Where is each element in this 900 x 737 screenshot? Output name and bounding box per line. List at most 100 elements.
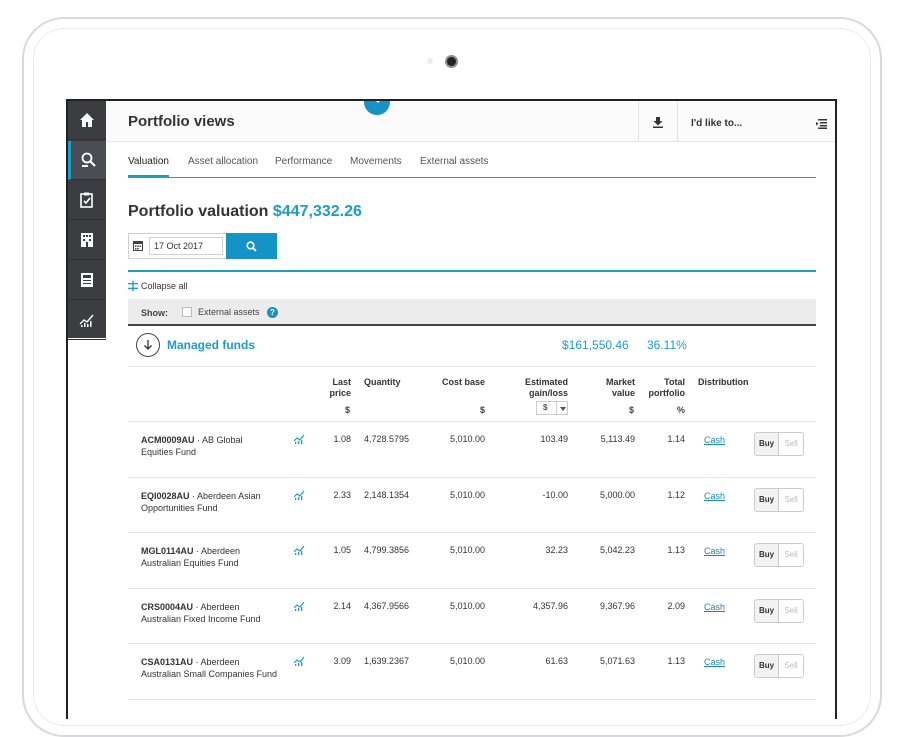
buy-button[interactable]: Buy <box>754 598 779 623</box>
table-row: CRS0004AU · Aberdeen Australian Fixed Inc… <box>128 589 816 644</box>
total-portfolio-unit: % <box>677 405 686 415</box>
calendar-icon[interactable] <box>133 240 143 251</box>
distribution-link[interactable]: Cash <box>704 546 725 556</box>
cost-base: 5,010.00 <box>449 600 485 611</box>
last-price: 2.33 <box>333 489 351 500</box>
chevron-down-icon <box>560 407 566 411</box>
fund-code[interactable]: CRS0004AU <box>141 602 193 612</box>
total-portfolio: 1.13 <box>667 545 685 555</box>
fund-name: EQI0028AU · Aberdeen Asian Opportunities … <box>141 490 261 513</box>
tab-valuation[interactable]: Valuation <box>128 156 169 178</box>
distribution-link[interactable]: Cash <box>704 435 725 445</box>
fund-table-body: ACM0009AU · AB Global Equities Fund 1.08 … <box>128 422 816 700</box>
col-cost-base: Cost base <box>441 377 485 387</box>
collapse-icon <box>128 281 138 291</box>
distribution-link[interactable]: Cash <box>704 491 725 501</box>
news-icon[interactable] <box>68 261 106 300</box>
sell-button[interactable]: Sell <box>778 543 804 567</box>
tab-external-assets[interactable]: External assets <box>420 156 488 178</box>
tab-asset-allocation[interactable]: Asset allocation <box>188 156 258 178</box>
fund-chart-icon[interactable] <box>294 601 305 611</box>
search-button[interactable] <box>226 233 277 259</box>
page-title: Portfolio views <box>128 113 235 130</box>
quantity: 2,148.1354 <box>364 489 410 500</box>
table-row: ACM0009AU · AB Global Equities Fund 1.08 … <box>128 422 816 478</box>
fund-name: CRS0004AU · Aberdeen Australian Fixed Inc… <box>141 601 261 624</box>
fund-chart-icon[interactable] <box>294 434 305 444</box>
gain-loss: 4,357.96 <box>532 600 568 611</box>
table-header: Last price Quantity Cost base Estimated … <box>128 366 816 422</box>
valuation-title: Portfolio valuation <box>128 203 269 220</box>
section-divider <box>128 270 816 272</box>
market-value-currency: $ <box>629 405 635 415</box>
sell-button[interactable]: Sell <box>778 654 804 678</box>
group-percent: 36.11% <box>647 338 687 352</box>
building-icon[interactable] <box>68 221 106 260</box>
table-row: EQI0028AU · Aberdeen Asian Opportunities … <box>128 478 816 533</box>
total-portfolio: 1.13 <box>667 656 685 666</box>
buy-button[interactable]: Buy <box>754 487 779 512</box>
clipboard-icon[interactable] <box>68 181 106 220</box>
market-value: 5,071.63 <box>599 656 635 666</box>
sell-button[interactable]: Sell <box>778 487 804 512</box>
sidebar <box>68 101 106 340</box>
buy-button[interactable]: Buy <box>754 543 779 567</box>
col-quantity: Quantity <box>364 377 401 387</box>
fund-code[interactable]: ACM0009AU <box>141 435 195 445</box>
tab-movements[interactable]: Movements <box>350 156 402 178</box>
show-label: Show: <box>141 308 168 318</box>
fund-code[interactable]: CSA0131AU <box>141 657 193 667</box>
col-total-portfolio: Total portfolio <box>648 377 686 398</box>
market-value: 5,000.00 <box>599 489 635 500</box>
total-portfolio: 1.14 <box>667 434 685 444</box>
gain-currency-value: $ <box>543 403 548 412</box>
ilike-menu-label[interactable]: I'd like to... <box>691 118 742 129</box>
performance-chart-icon[interactable] <box>68 301 106 340</box>
tab-performance[interactable]: Performance <box>275 156 332 178</box>
external-assets-checkbox[interactable] <box>182 307 192 317</box>
gain-loss: 61.63 <box>545 656 568 666</box>
table-row: CSA0131AU · Aberdeen Australian Small Com… <box>128 644 816 700</box>
sell-button[interactable]: Sell <box>778 598 804 623</box>
view-tabs: Valuation Asset allocation Performance M… <box>128 153 816 178</box>
buy-button[interactable]: Buy <box>754 654 779 678</box>
fund-code[interactable]: MGL0114AU <box>141 546 194 556</box>
quantity: 4,799.3856 <box>364 545 410 555</box>
date-input[interactable]: 17 Oct 2017 <box>149 237 223 255</box>
group-name[interactable]: Managed funds <box>167 338 255 352</box>
expand-toggle[interactable] <box>136 333 160 357</box>
menu-icon[interactable] <box>816 116 827 134</box>
download-button[interactable] <box>638 101 678 142</box>
managed-funds-group: Managed funds $161,550.46 36.11% <box>128 328 816 366</box>
home-icon[interactable] <box>68 101 106 140</box>
fund-code[interactable]: EQI0028AU <box>141 491 190 501</box>
group-value: $161,550.46 <box>562 338 629 352</box>
cost-base-currency: $ <box>480 405 486 415</box>
search-icon <box>246 240 257 252</box>
distribution-link[interactable]: Cash <box>704 602 725 612</box>
distribution-link[interactable]: Cash <box>704 657 725 667</box>
show-filter-bar: Show: External assets ? <box>128 299 816 326</box>
collapse-all-label: Collapse all <box>141 281 188 291</box>
collapse-all-button[interactable]: Collapse all <box>128 281 188 291</box>
camera-lens <box>445 55 458 68</box>
portfolio-search-icon[interactable] <box>68 141 106 180</box>
external-assets-label: External assets <box>198 307 260 317</box>
pull-down-tab[interactable] <box>364 101 390 115</box>
date-picker: 17 Oct 2017 <box>128 233 226 259</box>
fund-chart-icon[interactable] <box>294 490 305 500</box>
sell-button[interactable]: Sell <box>778 432 804 456</box>
quantity: 4,367.9566 <box>364 600 410 611</box>
valuation-amount: $447,332.26 <box>272 203 362 220</box>
last-price: 2.14 <box>333 600 351 611</box>
valuation-heading: Portfolio valuation $447,332.26 <box>128 203 362 221</box>
gain-currency-select[interactable]: $ <box>536 401 568 415</box>
buy-button[interactable]: Buy <box>754 432 779 456</box>
fund-chart-icon[interactable] <box>294 545 305 555</box>
quantity: 4,728.5795 <box>364 434 410 444</box>
fund-chart-icon[interactable] <box>294 656 305 666</box>
cost-base: 5,010.00 <box>449 656 485 666</box>
help-icon[interactable]: ? <box>267 307 278 318</box>
total-portfolio: 1.12 <box>667 489 685 500</box>
col-gain-loss: Estimated gain/loss <box>524 377 568 398</box>
